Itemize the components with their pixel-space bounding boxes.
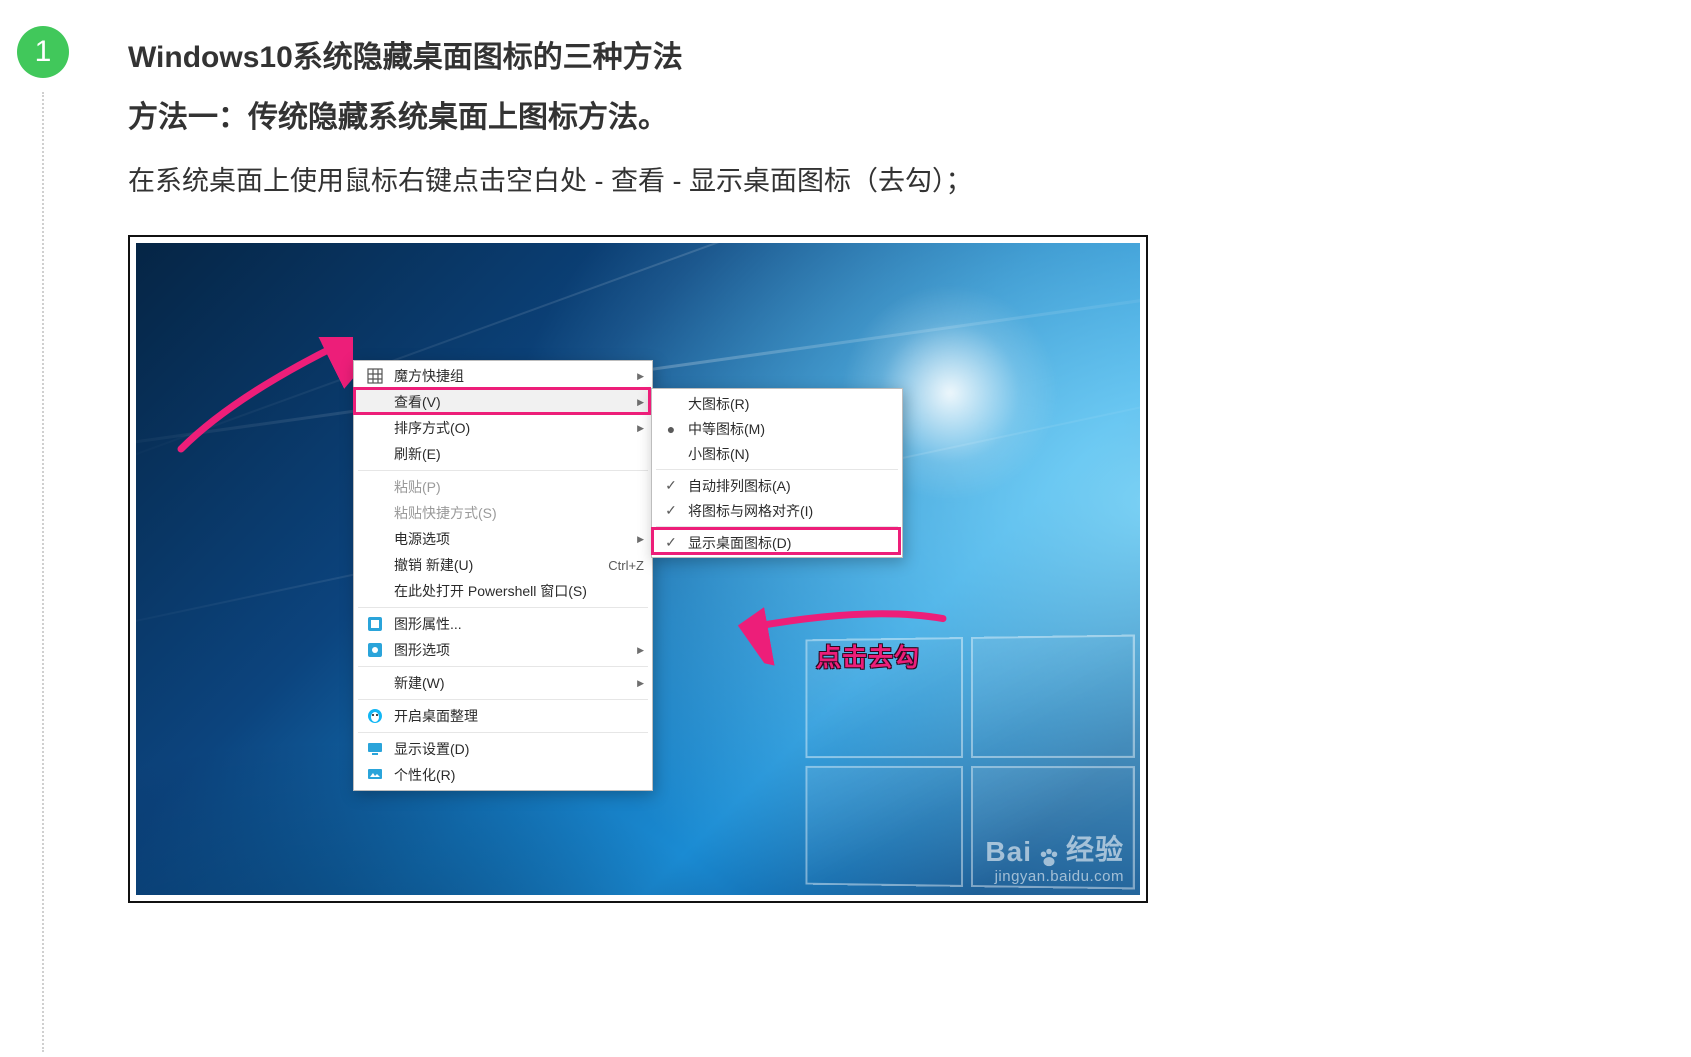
submenu-item[interactable]: 大图标(R) — [652, 391, 902, 416]
chevron-right-icon: ▶ — [637, 397, 644, 408]
instruction-text: 在系统桌面上使用鼠标右键点击空白处 - 查看 - 显示桌面图标（去勾）； — [128, 156, 1148, 207]
blank-icon — [366, 530, 384, 548]
menu-item-label: 撤销 新建(U) — [394, 555, 590, 575]
menu-item[interactable]: 个性化(R) — [354, 762, 652, 788]
menu-item[interactable]: 开启桌面整理 — [354, 703, 652, 729]
submenu-item-label: 将图标与网格对齐(I) — [688, 501, 813, 521]
menu-item-label: 图形属性... — [394, 614, 644, 634]
menu-item: 粘贴(P) — [354, 474, 652, 500]
chevron-right-icon: ▶ — [637, 371, 644, 382]
step-dotted-line — [42, 92, 44, 1052]
blank-icon — [366, 445, 384, 463]
watermark-brand-left: Bai — [985, 836, 1032, 868]
menu-item[interactable]: 查看(V) ▶ — [354, 389, 652, 415]
menu-item[interactable]: 电源选项 ▶ — [354, 526, 652, 552]
view-submenu[interactable]: 大图标(R) ● 中等图标(M) 小图标(N) ✓ 自动排列图标(A) ✓ 将图标与网格对齐(… — [651, 388, 903, 558]
chevron-right-icon: ▶ — [637, 423, 644, 434]
chevron-right-icon: ▶ — [637, 534, 644, 545]
menu-separator — [358, 607, 648, 608]
menu-item-label: 开启桌面整理 — [394, 706, 644, 726]
menu-item[interactable]: 图形选项 ▶ — [354, 637, 652, 663]
article-heading: Windows10系统隐藏桌面图标的三种方法 — [128, 34, 1148, 82]
check-mark-icon: ✓ — [664, 534, 678, 551]
check-mark-icon: ✓ — [664, 502, 678, 519]
method-subheading: 方法一：传统隐藏系统桌面上图标方法。 — [128, 94, 1148, 142]
submenu-item-label: 中等图标(M) — [688, 419, 765, 439]
submenu-item-label: 显示桌面图标(D) — [688, 533, 791, 553]
menu-item-label: 新建(W) — [394, 673, 627, 693]
qq-icon — [366, 707, 384, 725]
blank-icon — [366, 582, 384, 600]
menu-separator — [358, 699, 648, 700]
menu-item[interactable]: 撤销 新建(U) Ctrl+Z — [354, 552, 652, 578]
screenshot-frame: 魔方快捷组 ▶ 查看(V) ▶ 排序方式(O) ▶ 刷新(E) 粘贴(P) 粘贴快捷方式(S) 电… — [128, 235, 1148, 903]
menu-item[interactable]: 在此处打开 Powershell 窗口(S) — [354, 578, 652, 604]
menu-item[interactable]: 新建(W) ▶ — [354, 670, 652, 696]
submenu-item-label: 大图标(R) — [688, 394, 749, 414]
menu-item-label: 显示设置(D) — [394, 739, 644, 759]
menu-item[interactable]: 排序方式(O) ▶ — [354, 415, 652, 441]
annotation-arrow-icon — [173, 337, 353, 457]
menu-separator — [358, 470, 648, 471]
menu-item-hotkey: Ctrl+Z — [608, 558, 644, 573]
menu-item-label: 魔方快捷组 — [394, 366, 627, 386]
chevron-right-icon: ▶ — [637, 678, 644, 689]
intel-opt-icon — [366, 641, 384, 659]
chevron-right-icon: ▶ — [637, 645, 644, 656]
blank-icon — [366, 556, 384, 574]
watermark-url: jingyan.baidu.com — [985, 868, 1124, 885]
menu-item[interactable]: 刷新(E) — [354, 441, 652, 467]
menu-item: 粘贴快捷方式(S) — [354, 500, 652, 526]
submenu-item-label: 小图标(N) — [688, 444, 749, 464]
menu-item-label: 图形选项 — [394, 640, 627, 660]
desktop-context-menu[interactable]: 魔方快捷组 ▶ 查看(V) ▶ 排序方式(O) ▶ 刷新(E) 粘贴(P) 粘贴快捷方式(S) 电… — [353, 360, 653, 791]
step-badge: 1 — [17, 26, 69, 78]
menu-item[interactable]: 图形属性... — [354, 611, 652, 637]
personalize-icon — [366, 766, 384, 784]
watermark: Bai 经验 jingyan.baidu.com — [985, 828, 1124, 885]
menu-item-label: 刷新(E) — [394, 444, 644, 464]
blank-icon — [366, 419, 384, 437]
menu-separator — [358, 732, 648, 733]
display-icon — [366, 740, 384, 758]
menu-item-label: 在此处打开 Powershell 窗口(S) — [394, 581, 644, 601]
menu-item-label: 个性化(R) — [394, 765, 644, 785]
step-number: 1 — [35, 35, 52, 69]
submenu-item[interactable]: ✓ 将图标与网格对齐(I) — [652, 498, 902, 523]
menu-separator — [656, 469, 898, 470]
menu-item-label: 电源选项 — [394, 529, 627, 549]
menu-item[interactable]: 魔方快捷组 ▶ — [354, 363, 652, 389]
annotation-text: 点击去勾 — [816, 638, 920, 674]
menu-item-label: 粘贴(P) — [394, 477, 644, 497]
radio-mark-icon: ● — [664, 421, 678, 437]
submenu-item-label: 自动排列图标(A) — [688, 476, 791, 496]
check-mark-icon: ✓ — [664, 477, 678, 494]
submenu-item[interactable]: 小图标(N) — [652, 441, 902, 466]
menu-separator — [358, 666, 648, 667]
menu-item-label: 查看(V) — [394, 392, 627, 412]
menu-item-label: 粘贴快捷方式(S) — [394, 503, 644, 523]
blank-icon — [366, 674, 384, 692]
grid-icon — [366, 367, 384, 385]
blank-icon — [366, 504, 384, 522]
submenu-item[interactable]: ✓ 自动排列图标(A) — [652, 473, 902, 498]
menu-separator — [656, 526, 898, 527]
intel-gfx-icon — [366, 615, 384, 633]
blank-icon — [366, 393, 384, 411]
windows10-wallpaper: 魔方快捷组 ▶ 查看(V) ▶ 排序方式(O) ▶ 刷新(E) 粘贴(P) 粘贴快捷方式(S) 电… — [136, 243, 1140, 895]
paw-icon — [1038, 846, 1060, 868]
watermark-brand-right: 经验 — [1066, 828, 1124, 868]
menu-item-label: 排序方式(O) — [394, 418, 627, 438]
submenu-item[interactable]: ● 中等图标(M) — [652, 416, 902, 441]
blank-icon — [366, 478, 384, 496]
menu-item[interactable]: 显示设置(D) — [354, 736, 652, 762]
